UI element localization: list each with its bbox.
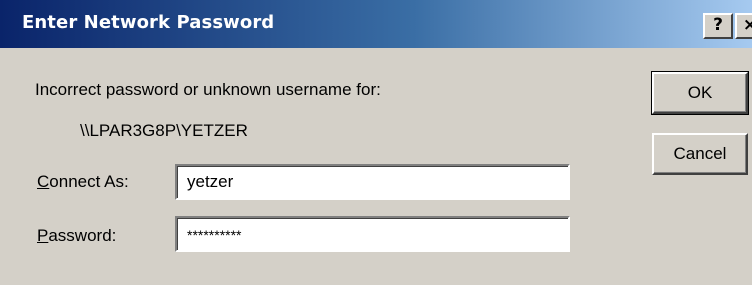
window-title: Enter Network Password (22, 12, 275, 33)
connect-as-label: Connect As: (37, 172, 129, 192)
password-label-text: assword: (48, 226, 117, 245)
title-bar[interactable]: Enter Network Password ? × (0, 0, 752, 48)
password-input[interactable]: ********** (175, 216, 570, 252)
close-button[interactable]: × (735, 13, 752, 39)
help-icon: ? (713, 15, 723, 35)
error-message: Incorrect password or unknown username f… (35, 80, 381, 99)
help-button[interactable]: ? (703, 13, 733, 39)
network-password-dialog: Enter Network Password ? × Incorrect pas… (0, 0, 752, 285)
password-mnemonic: P (37, 226, 49, 245)
ok-button[interactable]: OK (651, 71, 749, 115)
close-icon: × (742, 15, 752, 35)
resource-path: \\LPAR3G8P\YETZER (80, 121, 248, 140)
connect-as-mnemonic: C (37, 172, 50, 191)
connect-as-label-text: onnect As: (49, 172, 129, 191)
password-label: Password: (37, 226, 116, 246)
cancel-button[interactable]: Cancel (652, 133, 748, 175)
connect-as-input[interactable]: yetzer (175, 164, 570, 200)
